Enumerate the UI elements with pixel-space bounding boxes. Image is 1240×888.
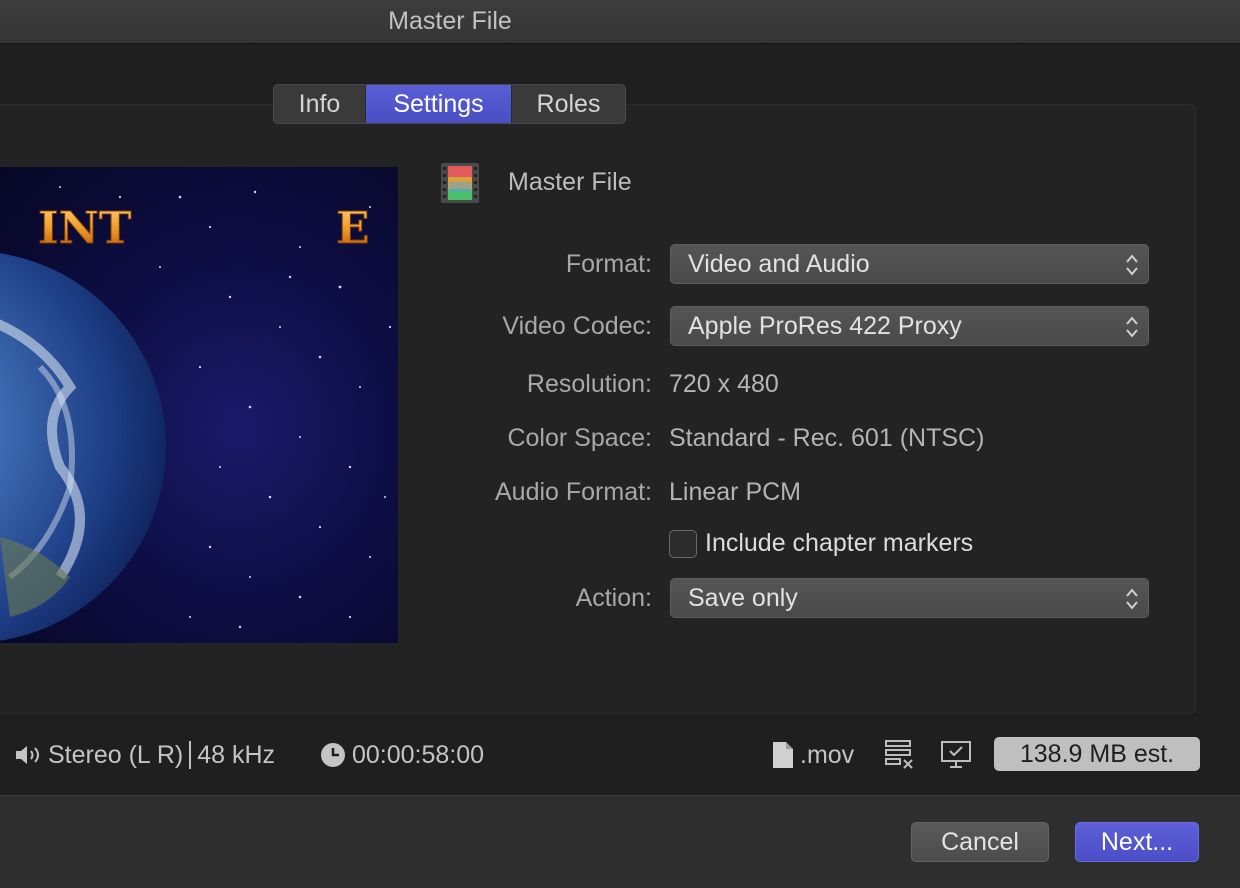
title-bar: Master File [0, 0, 1240, 44]
file-extension-info: .mov [772, 737, 854, 773]
resolution-value: 720 x 480 [669, 370, 779, 398]
sample-rate: 48 kHz [197, 740, 276, 769]
window-title: Master File [388, 7, 512, 35]
earth-space-image: INT E [0, 186, 392, 641]
preset-name: Master File [508, 168, 632, 196]
cancel-button[interactable]: Cancel [911, 822, 1049, 862]
chapter-markers-checkbox[interactable] [669, 529, 697, 558]
document-icon [773, 742, 793, 768]
duration-info: 00:00:58:00 [320, 737, 484, 773]
video-preview-thumbnail: INT E [0, 167, 398, 643]
video-codec-value: Apple ProRes 422 Proxy [688, 311, 962, 340]
overlay-text-left: INT [38, 203, 132, 254]
divider [189, 741, 192, 769]
format-popup[interactable]: Video and Audio [670, 244, 1149, 284]
video-codec-popup[interactable]: Apple ProRes 422 Proxy [670, 306, 1149, 346]
color-space-label: Color Space: [507, 424, 652, 452]
tab-settings[interactable]: Settings [366, 85, 512, 123]
chevron-up-down-icon [1126, 316, 1138, 338]
speaker-icon [16, 746, 39, 764]
film-strip-icon [441, 163, 479, 203]
tab-roles[interactable]: Roles [512, 85, 625, 123]
estimated-size-badge: 138.9 MB est. [994, 737, 1200, 771]
format-label: Format: [565, 250, 652, 278]
color-space-value: Standard - Rec. 601 (NTSC) [669, 424, 985, 452]
tab-bar: Info Settings Roles [273, 84, 626, 124]
action-popup[interactable]: Save only [670, 578, 1149, 618]
clock-icon [321, 743, 345, 767]
footer-bar [0, 795, 1240, 888]
video-codec-label: Video Codec: [502, 312, 652, 340]
chevron-up-down-icon [1126, 588, 1138, 610]
action-value: Save only [688, 583, 798, 612]
audio-format-value: Linear PCM [669, 478, 801, 506]
overlay-text-right: E [336, 203, 370, 254]
chapter-markers-option[interactable]: Include chapter markers [669, 529, 973, 558]
tab-info[interactable]: Info [274, 85, 366, 123]
chevron-up-down-icon [1126, 254, 1138, 276]
audio-format-label: Audio Format: [494, 478, 652, 506]
display-check-icon [941, 741, 971, 768]
duration: 00:00:58:00 [352, 740, 485, 769]
file-extension: .mov [800, 740, 855, 769]
resolution-label: Resolution: [526, 370, 652, 398]
action-label: Action: [575, 584, 652, 612]
audio-channels: Stereo (L R) [48, 740, 184, 769]
audio-info: Stereo (L R) 48 kHz [14, 737, 275, 773]
chapter-markers-label: Include chapter markers [705, 529, 974, 557]
roles-list-icon [885, 740, 913, 769]
format-value: Video and Audio [688, 249, 870, 278]
next-button[interactable]: Next... [1075, 822, 1199, 862]
